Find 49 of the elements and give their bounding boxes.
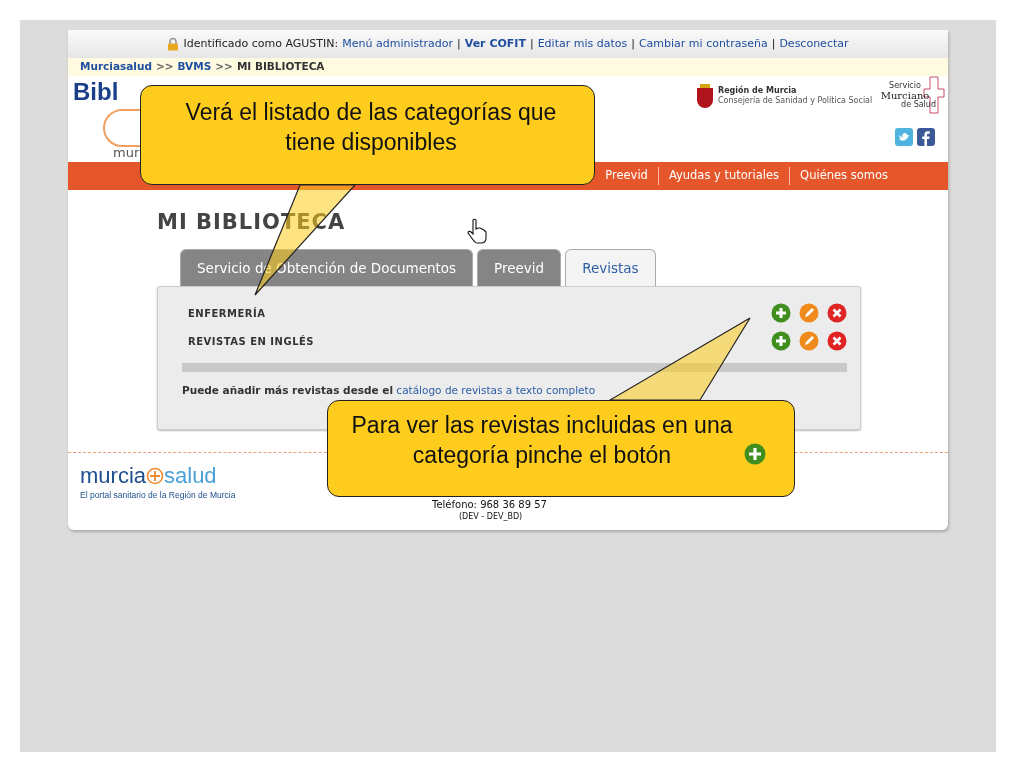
catalog-link[interactable]: catálogo de revistas a texto completo: [396, 384, 596, 397]
service-name: Murciano: [879, 90, 930, 101]
header-link[interactable]: Cambiar mi contraseña: [638, 35, 768, 53]
facebook-icon[interactable]: [917, 128, 935, 146]
logo-text: murcia: [80, 465, 146, 488]
separator: |: [457, 35, 461, 52]
service-small: Servicio: [888, 82, 922, 90]
coat-of-arms-icon: [696, 82, 714, 110]
nav-link[interactable]: Ayudas y tutoriales: [657, 167, 790, 185]
header-link[interactable]: Editar mis datos: [537, 35, 628, 53]
header-link[interactable]: Ver COFIT: [464, 35, 526, 53]
logo-text: salud: [164, 465, 217, 488]
lock-icon: [167, 37, 180, 51]
edit-icon[interactable]: [799, 303, 819, 324]
add-icon[interactable]: [771, 303, 791, 324]
separator: |: [631, 35, 635, 52]
tab[interactable]: Revistas: [565, 249, 656, 287]
region-department: Consejería de Sanidad y Política Social: [718, 97, 873, 105]
info-text: Puede añadir más revistas desde el catálogo de revistas a texto completo: [182, 384, 597, 398]
nav-link[interactable]: Preevid: [605, 167, 658, 185]
service-sub: de Salud: [901, 101, 936, 109]
hand-cursor-icon: [466, 218, 488, 244]
breadcrumb-link[interactable]: Murciasalud: [80, 59, 152, 75]
breadcrumb-separator: >>: [215, 59, 233, 75]
header-link[interactable]: Desconectar: [779, 35, 849, 53]
delete-icon[interactable]: [827, 331, 847, 352]
logo-subtext: mur: [113, 144, 140, 162]
callout-text: Verá el listado de las categorías que tiene disponibles: [184, 98, 558, 157]
callout-text: Para ver las revistas incluidas en una categoría pinche el botón: [350, 411, 734, 470]
add-icon[interactable]: [771, 331, 791, 352]
category-name: ENFERMERÍA: [188, 306, 267, 321]
logo-text: Bibl: [73, 78, 119, 106]
tagline: El portal sanitario de la Región de Murcia: [80, 490, 236, 501]
breadcrumb-separator: >>: [155, 59, 174, 75]
edit-icon[interactable]: [799, 331, 819, 352]
plus-circle-icon: [146, 467, 164, 486]
nav-link[interactable]: Quiénes somos: [789, 167, 898, 185]
tab[interactable]: Preevid: [477, 249, 562, 287]
breadcrumb-link[interactable]: BVMS: [177, 59, 212, 75]
delete-icon[interactable]: [827, 303, 847, 324]
user-label: Identificado como AGUSTIN:: [183, 35, 339, 52]
phone-text: Teléfono: 968 36 89 57: [432, 498, 547, 512]
separator: |: [529, 35, 534, 52]
environment-text: (DEV - DEV_BD): [459, 511, 523, 524]
region-name: Región de Murcia: [718, 87, 798, 95]
category-name: REVISTAS EN INGLÉS: [188, 334, 316, 349]
separator: |: [771, 35, 776, 52]
header-link[interactable]: Menú administrador: [342, 35, 454, 53]
breadcrumb-current: MI BIBLIOTECA: [236, 59, 325, 75]
